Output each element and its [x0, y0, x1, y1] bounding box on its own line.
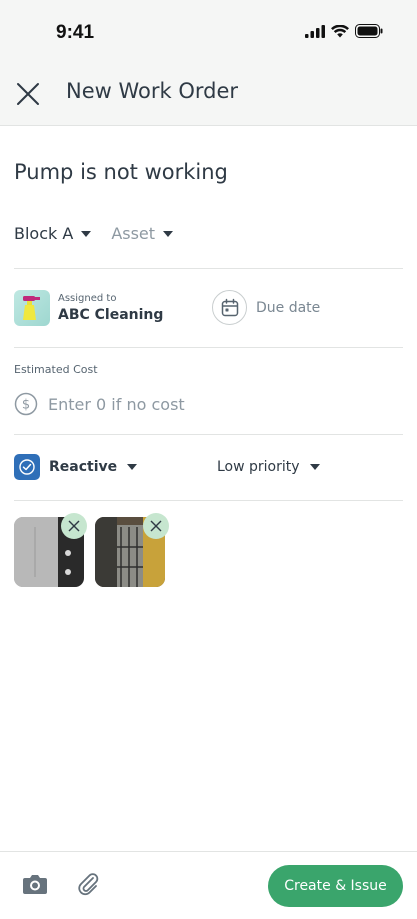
due-date-selector[interactable]: Due date [212, 290, 320, 325]
spray-bottle-icon [23, 296, 40, 320]
asset-dropdown[interactable]: Asset [111, 224, 174, 243]
status-time: 9:41 [56, 22, 95, 43]
estimated-cost-label: Estimated Cost [14, 363, 98, 376]
close-icon [150, 520, 162, 532]
camera-icon [23, 875, 47, 894]
assigned-to-label: Assigned to [58, 293, 117, 304]
close-button[interactable] [14, 80, 42, 108]
estimated-cost-input[interactable] [48, 394, 348, 414]
chevron-down-icon [309, 464, 320, 470]
divider [14, 268, 403, 269]
status-icons [305, 24, 383, 38]
type-label: Reactive [49, 459, 118, 475]
signal-icon [305, 24, 325, 38]
work-order-type-dropdown[interactable]: Reactive [14, 454, 138, 480]
camera-button[interactable] [22, 872, 48, 900]
calendar-icon [221, 298, 238, 316]
assigned-to-value: ABC Cleaning [58, 307, 164, 323]
close-icon [17, 83, 39, 105]
assignee-selector[interactable]: Assigned to ABC Cleaning [14, 290, 163, 326]
chevron-down-icon [163, 230, 174, 237]
dollar-icon: $ [14, 392, 38, 416]
location-row: Block A Asset [14, 224, 174, 243]
remove-attachment-button[interactable] [143, 513, 169, 539]
divider [14, 434, 403, 435]
assignee-text: Assigned to ABC Cleaning [58, 293, 163, 323]
type-badge [14, 454, 40, 480]
attach-file-button[interactable] [76, 872, 100, 900]
page-title: New Work Order [66, 79, 239, 103]
due-date-circle [212, 290, 247, 325]
divider [14, 347, 403, 348]
close-icon [68, 520, 80, 532]
assignee-avatar [14, 290, 50, 326]
create-and-issue-button[interactable]: Create & Issue [268, 865, 403, 907]
due-date-label: Due date [256, 299, 321, 316]
header: New Work Order [0, 64, 417, 126]
chevron-down-icon [81, 230, 92, 237]
remove-attachment-button[interactable] [61, 513, 87, 539]
status-bar: 9:41 [0, 0, 417, 64]
wifi-icon [331, 24, 349, 37]
location-label: Block A [14, 224, 74, 243]
battery-icon [355, 24, 383, 38]
priority-dropdown[interactable]: Low priority [217, 459, 320, 475]
footer-toolbar: Create & Issue [0, 851, 417, 919]
chevron-down-icon [127, 464, 138, 470]
location-dropdown[interactable]: Block A [14, 224, 92, 243]
paperclip-icon [78, 873, 99, 896]
estimated-cost-row: $ [14, 392, 348, 416]
priority-label: Low priority [217, 459, 300, 475]
divider [14, 500, 403, 501]
asset-label: Asset [111, 224, 156, 243]
svg-text:$: $ [22, 398, 30, 413]
work-order-title-field[interactable]: Pump is not working [14, 160, 404, 184]
check-icon [19, 459, 35, 475]
